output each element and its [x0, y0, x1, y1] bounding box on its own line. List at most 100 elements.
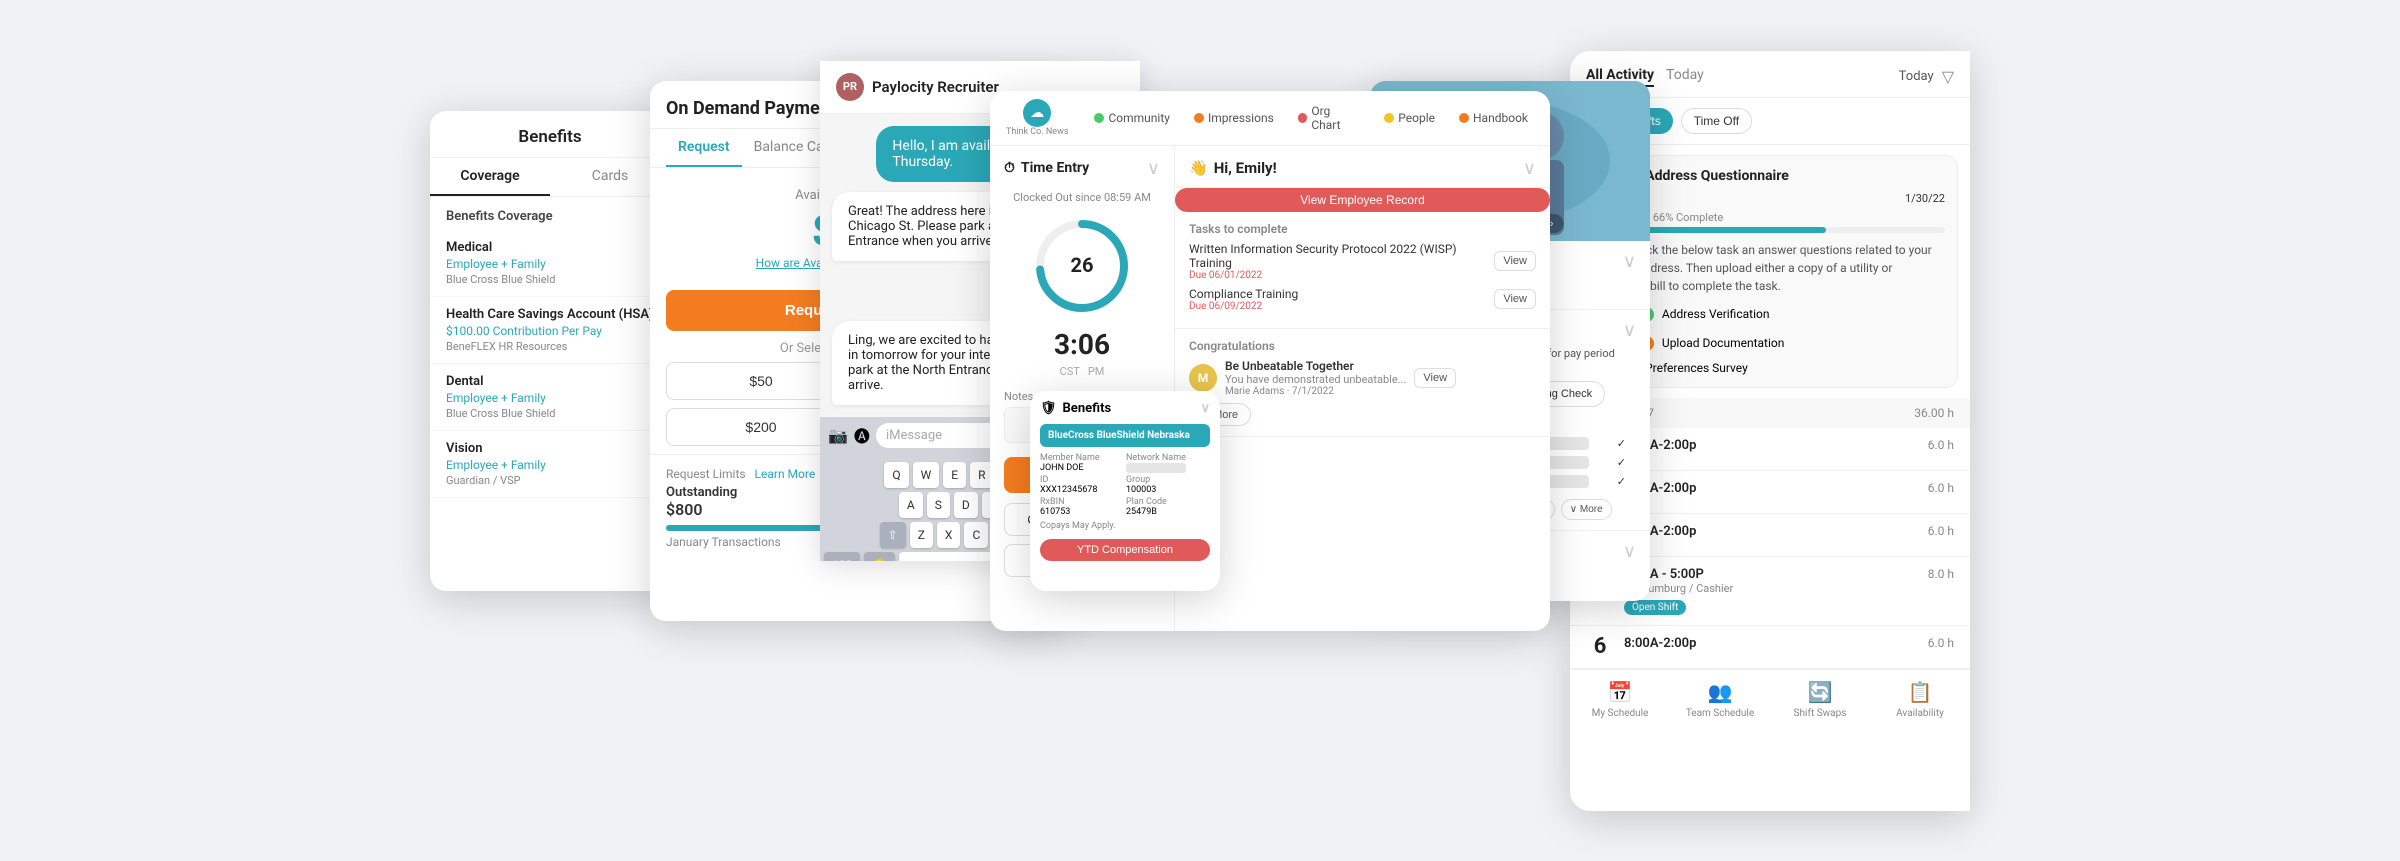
day-6: 6 — [1586, 636, 1614, 658]
emily-greeting-text: Hi, Emily! — [1214, 159, 1277, 177]
shift-info-1: 8:00A-2:00p — [1624, 438, 1918, 453]
key-a[interactable]: A — [899, 492, 923, 518]
shift-location-4: Schaumburg / Cashier — [1624, 582, 1918, 595]
nav-my-schedule[interactable]: 📅 My Schedule — [1570, 680, 1670, 719]
congrats-item: M Be Unbeatable Together You have demons… — [1189, 359, 1536, 397]
hidden-network — [1126, 463, 1186, 473]
due-date-value: 1/30/22 — [1905, 192, 1945, 205]
app-logo-icon: ☁ — [1023, 99, 1051, 127]
time-off-chevron[interactable]: ∨ — [1623, 541, 1636, 562]
emily-greeting: 👋 Hi, Emily! — [1189, 159, 1277, 177]
odp-balance-label: Outstanding $800 — [666, 485, 737, 519]
my-schedule-icon: 📅 — [1608, 680, 1633, 704]
outstanding-amount: $800 — [666, 500, 737, 519]
key-e[interactable]: E — [943, 462, 966, 488]
benefit-dental-provider: Blue Cross Blue Shield — [446, 407, 654, 420]
benefit-dental-name: Dental — [446, 374, 654, 389]
key-emoji[interactable]: 😊 — [864, 552, 895, 561]
congrats-section: Congratulations M Be Unbeatable Together… — [1175, 329, 1550, 437]
shift-time-2: 8:00A-2:00p — [1624, 481, 1918, 496]
key-c[interactable]: C — [964, 522, 988, 548]
odp-tab-request[interactable]: Request — [666, 129, 742, 167]
nav-community-label: Community — [1108, 111, 1169, 125]
shift-info-3: 8:00A-2:00p — [1624, 524, 1918, 539]
shift-info-2: 8:00A-2:00p — [1624, 481, 1918, 496]
nav-org-chart-label: Org Chart — [1311, 104, 1360, 132]
filter-icon[interactable]: ▽ — [1942, 67, 1954, 86]
task-1-due: Due 06/01/2022 — [1189, 270, 1494, 281]
clock-svg: 26 — [1032, 216, 1132, 316]
key-w[interactable]: W — [913, 462, 940, 488]
shift-time-4: 9:00A - 5:00P — [1624, 567, 1918, 582]
bottom-nav: 📅 My Schedule 👥 Team Schedule 🔄 Shift Sw… — [1570, 669, 1970, 727]
nav-impressions[interactable]: Impressions — [1188, 107, 1280, 129]
key-123[interactable]: 123 — [824, 552, 860, 561]
tab-today[interactable]: Today — [1666, 67, 1704, 87]
congrats-desc: You have demonstrated unbeatable... — [1225, 373, 1406, 386]
congrats-view-button[interactable]: View — [1414, 368, 1456, 388]
nav-handbook[interactable]: Handbook — [1453, 107, 1534, 129]
nav-org-chart[interactable]: Org Chart — [1292, 100, 1367, 136]
task-2-view-button[interactable]: View — [1494, 289, 1536, 309]
task-1-name: Written Information Security Protocol 20… — [1189, 242, 1494, 270]
id-label: ID XXX12345678 — [1040, 475, 1124, 495]
shift-hours-4: 8.0 h — [1928, 567, 1954, 581]
time-entry-icon: ⏱ — [1004, 160, 1015, 176]
ytd-compensation-button[interactable]: YTD Compensation — [1040, 539, 1210, 561]
my-schedule-label: My Schedule — [1592, 708, 1649, 719]
tab-coverage[interactable]: Coverage — [430, 158, 550, 196]
learn-more-link[interactable]: Learn More — [755, 467, 816, 481]
key-s[interactable]: S — [927, 492, 950, 518]
shift-swaps-label: Shift Swaps — [1794, 708, 1847, 719]
benefit-vision: Vision Employee + Family Guardian / VSP — [430, 431, 670, 498]
org-chart-dot — [1298, 113, 1308, 123]
activity-time-off-button[interactable]: Time Off — [1681, 108, 1752, 134]
benefit-vision-provider: Guardian / VSP — [446, 474, 654, 487]
bcbs-logo: BlueCross BlueShield Nebraska — [1040, 424, 1210, 447]
clock-tz: CST PM — [990, 365, 1174, 378]
expenses-more-button[interactable]: ∨ More — [1561, 499, 1612, 520]
nav-team-schedule[interactable]: 👥 Team Schedule — [1670, 680, 1770, 719]
people-dot — [1384, 113, 1394, 123]
nav-availability[interactable]: 📋 Availability — [1870, 680, 1970, 719]
nav-impressions-label: Impressions — [1208, 111, 1274, 125]
benefit-dental: Dental Employee + Family Blue Cross Blue… — [430, 364, 670, 431]
benefits-inner-chevron[interactable]: ∨ — [1200, 401, 1210, 416]
pay-chevron[interactable]: ∨ — [1623, 320, 1636, 341]
emily-chevron[interactable]: ∨ — [1523, 158, 1536, 179]
emily-tasks-section: Tasks to complete Written Information Se… — [1175, 212, 1550, 329]
filter-today-label[interactable]: Today — [1899, 69, 1934, 84]
time-entry-header: ⏱ Time Entry ∨ — [990, 146, 1174, 187]
availability-icon: 📋 — [1908, 680, 1933, 704]
task-1-view-button[interactable]: View — [1494, 251, 1536, 271]
upload-doc-label: Upload Documentation — [1662, 336, 1784, 350]
clock-time: 3:06 — [990, 328, 1174, 361]
nav-community[interactable]: Community — [1088, 107, 1175, 129]
time-entry-title: ⏱ Time Entry — [1004, 160, 1089, 176]
shift-hours-2: 6.0 h — [1928, 481, 1954, 495]
benefits-body: Medical Employee + Family Blue Cross Blu… — [430, 230, 670, 498]
nav-people[interactable]: People — [1378, 107, 1441, 129]
camera-icon: 📷 — [828, 426, 848, 445]
time-entry-chevron[interactable]: ∨ — [1147, 158, 1160, 179]
key-z[interactable]: Z — [910, 522, 933, 548]
community-dot — [1094, 113, 1104, 123]
view-employee-record-button[interactable]: View Employee Record — [1175, 188, 1550, 212]
key-q[interactable]: Q — [884, 462, 908, 488]
week-total-1: 36.00 h — [1914, 406, 1954, 420]
task-2: Compliance Training Due 06/09/2022 View — [1189, 287, 1536, 312]
nav-shift-swaps[interactable]: 🔄 Shift Swaps — [1770, 680, 1870, 719]
key-shift[interactable]: ⇧ — [880, 522, 906, 548]
benefit-hsa-plan: $100.00 Contribution Per Pay — [446, 324, 654, 338]
benefit-medical: Medical Employee + Family Blue Cross Blu… — [430, 230, 670, 297]
key-x[interactable]: X — [937, 522, 961, 548]
benefit-hsa-name: Health Care Savings Account (HSA) — [446, 307, 654, 322]
task-2-due: Due 06/09/2022 — [1189, 301, 1298, 312]
open-shift-badge: Open Shift — [1624, 600, 1686, 615]
benefit-medical-provider: Blue Cross Blue Shield — [446, 273, 654, 286]
network-label: Network Name — [1126, 453, 1210, 473]
odp-title: On Demand Payment — [666, 98, 836, 119]
announcements-chevron[interactable]: ∨ — [1623, 251, 1636, 272]
benefits-inner-card: 🛡 Benefits ∨ BlueCross BlueShield Nebras… — [1030, 391, 1220, 591]
key-d[interactable]: D — [954, 492, 978, 518]
